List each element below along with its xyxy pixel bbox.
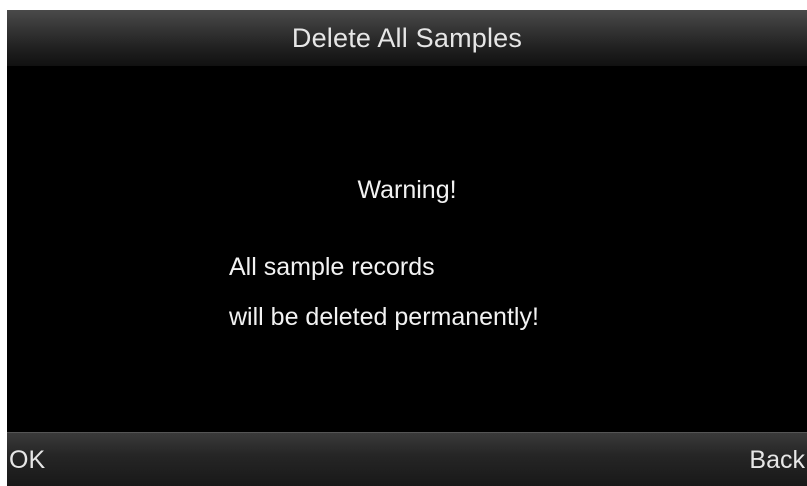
page-title: Delete All Samples <box>291 22 523 53</box>
warning-heading: Warning! <box>357 176 457 204</box>
title-bar: Delete All Samples <box>7 10 807 66</box>
back-button[interactable]: Back <box>749 433 807 486</box>
warning-message: All sample records will be deleted perma… <box>229 242 539 342</box>
ok-button[interactable]: OK <box>7 433 45 486</box>
warning-dialog: Warning! All sample records will be dele… <box>7 66 807 432</box>
device-screen: Delete All Samples Warning! All sample r… <box>7 10 807 486</box>
warning-message-line-2: will be deleted permanently! <box>229 303 539 331</box>
warning-message-line-1: All sample records <box>229 253 435 281</box>
softkey-bar: OK Back <box>7 432 807 486</box>
